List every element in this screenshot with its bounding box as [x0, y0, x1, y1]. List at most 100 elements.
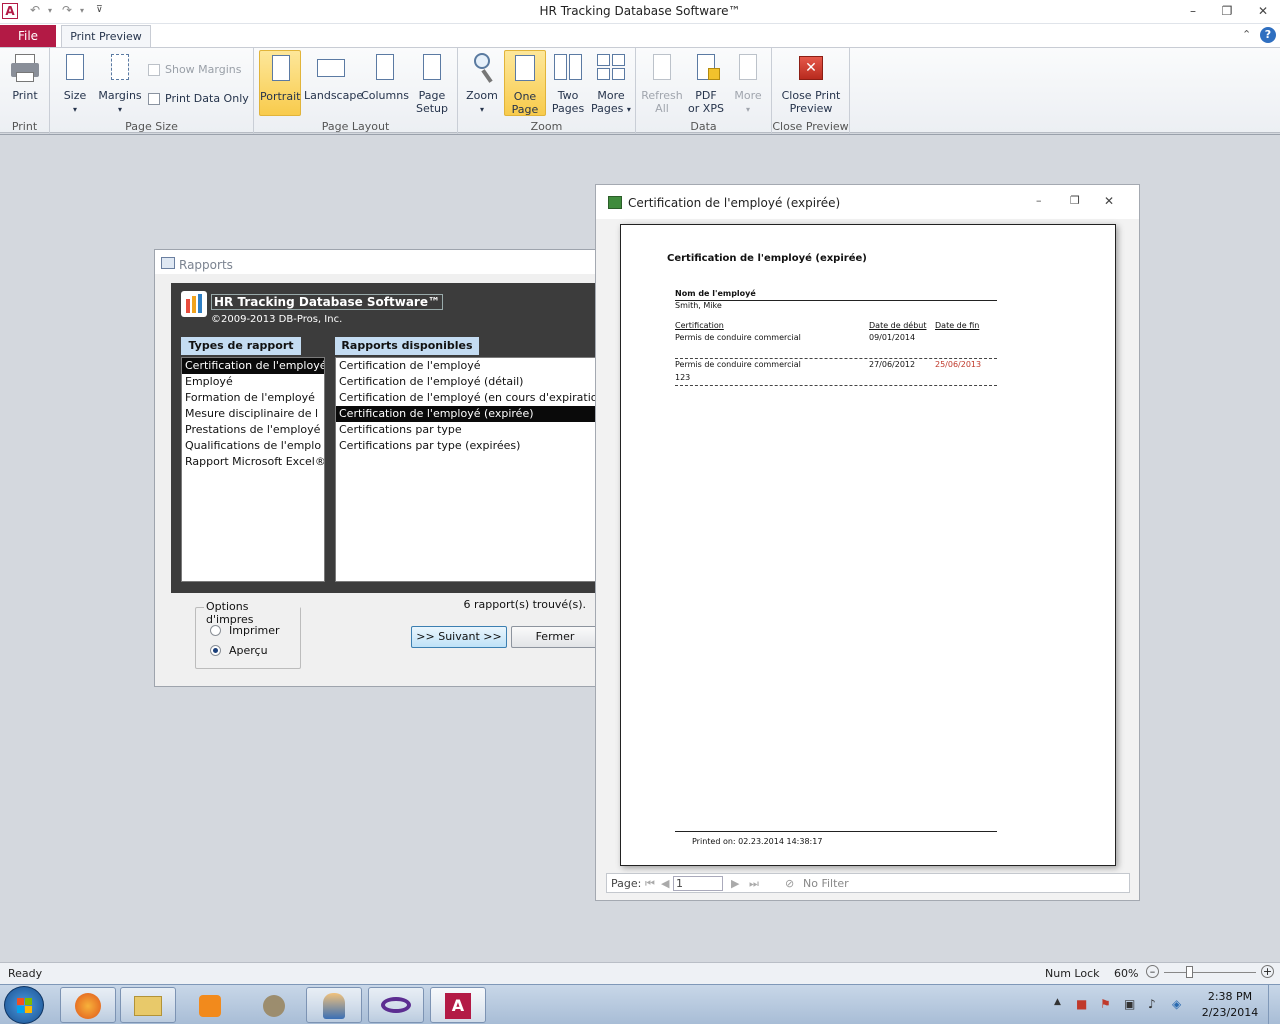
two-pages-button[interactable]: Two Pages [548, 50, 588, 115]
show-margins-checkbox[interactable]: Show Margins [148, 63, 241, 76]
volume-icon[interactable]: ♪ [1148, 997, 1156, 1011]
margins-icon [104, 50, 136, 86]
dashed-divider [675, 358, 997, 359]
columns-button[interactable]: Columns [360, 50, 410, 102]
no-filter-button[interactable]: No Filter [803, 877, 849, 890]
taskbar-explorer[interactable] [120, 987, 176, 1023]
rapports-panel: HR Tracking Database Software™ ©2009-201… [171, 283, 598, 593]
tab-file[interactable]: File [0, 25, 56, 48]
report-type-item[interactable]: Rapport Microsoft Excel® [182, 454, 324, 470]
zoom-out-icon[interactable]: – [1146, 965, 1159, 978]
report-type-item[interactable]: Certification de l'employé [182, 358, 324, 374]
last-page-icon[interactable]: ⏭ [749, 877, 759, 891]
available-report-item[interactable]: Certification de l'employé (expirée) [336, 406, 597, 422]
taskbar-users-app[interactable] [306, 987, 362, 1023]
preview-title-bar[interactable]: Certification de l'employé (expirée) – ❐… [596, 185, 1139, 219]
zoom-in-icon[interactable]: + [1261, 965, 1274, 978]
page-label: Page: [611, 877, 642, 890]
available-report-item[interactable]: Certifications par type (expirées) [336, 438, 597, 454]
taskbar-access[interactable]: A [430, 987, 486, 1023]
report-type-item[interactable]: Employé [182, 374, 324, 390]
one-page-icon [509, 51, 541, 87]
next-button[interactable]: >> Suivant >> [411, 626, 507, 648]
report-type-item[interactable]: Formation de l'employé [182, 390, 324, 406]
radio-selected-icon [210, 645, 221, 656]
taskbar-app-gimp[interactable] [246, 987, 302, 1023]
zoom-button[interactable]: Zoom ▾ [462, 50, 502, 116]
available-reports-list[interactable]: Certification de l'employé Certification … [335, 357, 598, 582]
taskbar-media-player[interactable] [182, 987, 238, 1023]
zoom-slider-thumb[interactable] [1186, 966, 1193, 978]
available-report-item[interactable]: Certification de l'employé [336, 358, 597, 374]
available-report-item[interactable]: Certifications par type [336, 422, 597, 438]
rapports-window: Rapports HR Tracking Database Software™ … [154, 249, 599, 687]
close-print-preview-button[interactable]: ✕ Close Print Preview [776, 50, 846, 115]
page-number-input[interactable]: 1 [673, 876, 723, 891]
available-report-item[interactable]: Certification de l'employé (détail) [336, 374, 597, 390]
taskbar-firefox[interactable] [60, 987, 116, 1023]
report-title: Certification de l'employé (expirée) [667, 253, 867, 264]
one-page-button[interactable]: One Page [504, 50, 546, 116]
checkbox-icon [148, 63, 160, 76]
pdf-xps-button[interactable]: PDF or XPS [686, 50, 726, 115]
more-pages-button[interactable]: More Pages ▾ [590, 50, 632, 116]
landscape-button[interactable]: Landscape [304, 50, 363, 102]
zoom-slider[interactable] [1164, 972, 1256, 973]
first-page-icon[interactable]: ⏮ [645, 877, 655, 891]
report-type-item[interactable]: Mesure disciplinaire de l [182, 406, 324, 422]
print-button[interactable]: Print [5, 50, 45, 102]
tab-print-preview[interactable]: Print Preview [61, 25, 151, 49]
refresh-all-button[interactable]: Refresh All [640, 50, 684, 115]
zoom-percent[interactable]: 60% [1114, 967, 1138, 980]
columns-icon [369, 50, 401, 86]
tray-device-icon[interactable]: ▣ [1124, 997, 1135, 1011]
close-button[interactable]: Fermer [511, 626, 599, 648]
title-bar: A ↶ ▾ ↷ ▾ ⊽ HR Tracking Database Softwar… [0, 0, 1280, 24]
taskbar-visual-studio[interactable] [368, 987, 424, 1023]
preview-close-icon[interactable]: ✕ [1104, 194, 1114, 208]
tray-expand-icon[interactable]: ▲ [1054, 997, 1061, 1007]
radio-imprimer[interactable]: Imprimer [210, 624, 280, 637]
dashed-divider [675, 385, 997, 386]
tray-app-icon[interactable]: ■ [1076, 997, 1087, 1011]
next-page-icon[interactable]: ▶ [731, 877, 739, 890]
print-options-group: Options d'impres Imprimer Aperçu [195, 600, 301, 669]
group-zoom: Zoom ▾ One Page Two Pages More Pages ▾ Zoom [458, 48, 636, 134]
network-icon[interactable]: ◈ [1172, 997, 1181, 1011]
rapports-title-bar[interactable]: Rapports [155, 250, 598, 274]
status-ready: Ready [8, 967, 43, 980]
minimize-ribbon-icon[interactable]: ⌃ [1242, 28, 1251, 41]
group-close-preview: ✕ Close Print Preview Close Preview [772, 48, 850, 134]
margins-button[interactable]: Margins ▾ [98, 50, 142, 116]
size-button[interactable]: Size ▾ [56, 50, 94, 116]
page-setup-button[interactable]: Page Setup [412, 50, 452, 115]
print-data-only-checkbox[interactable]: Print Data Only [148, 92, 249, 105]
tray-flag-icon[interactable]: ⚑ [1100, 997, 1111, 1011]
gimp-icon [263, 995, 285, 1017]
app-logo-icon [181, 291, 207, 317]
portrait-button[interactable]: Portrait [259, 50, 301, 116]
clock-date[interactable]: 2/23/2014 [1198, 1006, 1262, 1019]
row2-certification: Permis de conduire commercial [675, 360, 801, 369]
report-types-list[interactable]: Certification de l'employé Employé Formati… [181, 357, 325, 582]
group-page-layout: Portrait Landscape Columns Page Setup Pag… [254, 48, 458, 134]
clock-time[interactable]: 2:38 PM [1200, 990, 1260, 1003]
report-page[interactable]: Certification de l'employé (expirée) Nom… [620, 224, 1116, 866]
report-type-item[interactable]: Prestations de l'employé [182, 422, 324, 438]
row1-certification: Permis de conduire commercial [675, 333, 801, 342]
prev-page-icon[interactable]: ◀ [661, 877, 669, 890]
landscape-icon [315, 50, 347, 86]
minimize-icon[interactable]: – [1180, 2, 1206, 20]
help-icon[interactable]: ? [1260, 27, 1276, 43]
preview-restore-icon[interactable]: ❐ [1070, 194, 1080, 207]
restore-icon[interactable]: ❐ [1214, 2, 1240, 20]
available-report-item[interactable]: Certification de l'employé (en cours d'e… [336, 390, 597, 406]
radio-apercu[interactable]: Aperçu [210, 644, 268, 657]
preview-minimize-icon[interactable]: – [1036, 194, 1042, 207]
printed-on-footer: Printed on: 02.23.2014 14:38:17 [692, 837, 823, 846]
more-export-button[interactable]: More ▾ [728, 50, 768, 116]
report-type-item[interactable]: Qualifications de l'emplo [182, 438, 324, 454]
close-icon[interactable]: ✕ [1250, 2, 1276, 20]
start-button[interactable] [4, 986, 44, 1024]
show-desktop-button[interactable] [1268, 985, 1280, 1024]
